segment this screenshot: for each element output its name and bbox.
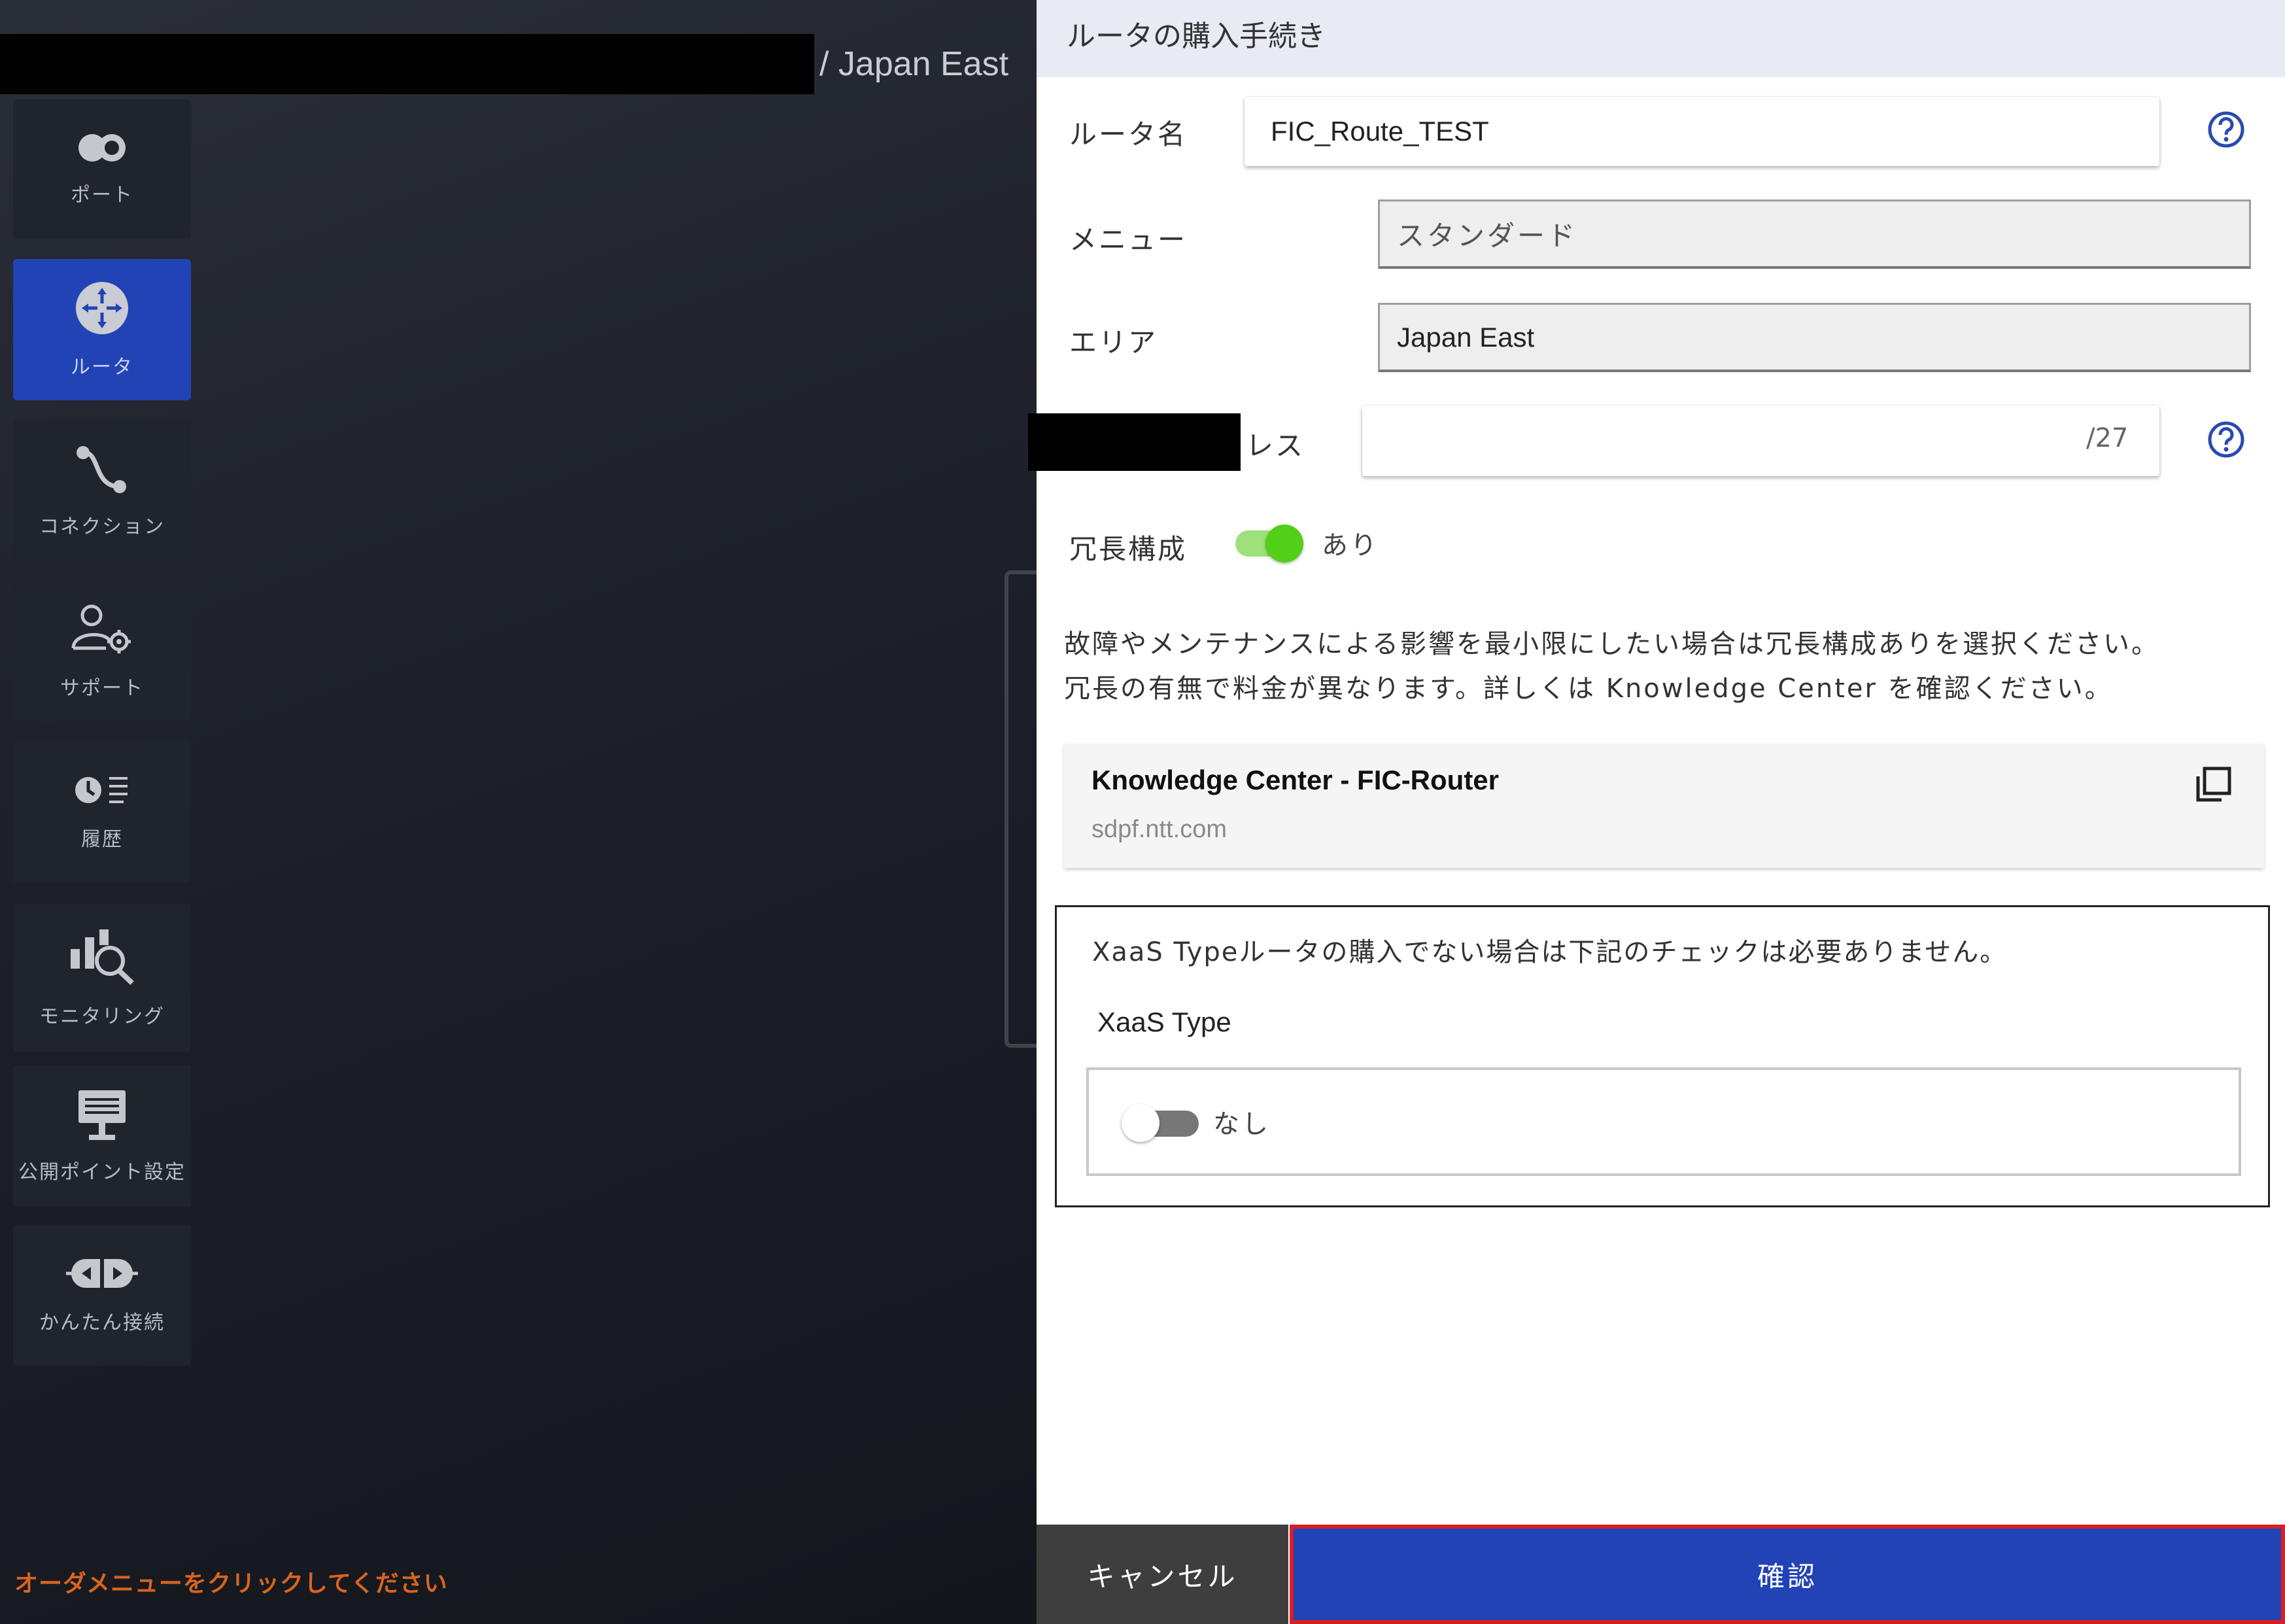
redundancy-state: あり [1322,530,1379,561]
kc-card-title: Knowledge Center - FIC-Router [1091,765,1500,795]
connection-icon [77,446,126,493]
address-prefix-suffix: /27 [2086,423,2129,453]
toggle-knob [1265,525,1303,562]
help-icon[interactable] [2207,420,2246,459]
easy-connect-icon [66,1259,138,1288]
xaas-section: XaaS Typeルータの購入でない場合は下記のチェックは必要ありません。 Xa… [1055,905,2270,1207]
sidebar-item-label: ルータ [71,356,133,379]
confirm-button[interactable]: 確認 [1290,1525,2285,1624]
area-label: エリア [1069,326,1158,358]
xaas-note: XaaS Typeルータの購入でない場合は下記のチェックは必要ありません。 [1092,937,2008,967]
copy-icon[interactable] [2194,765,2233,804]
sidebar-item-label: かんたん接続 [39,1311,165,1334]
xaas-state: なし [1213,1109,1271,1139]
sidebar-item-label: モニタリング [39,1005,165,1028]
knowledge-center-link-card[interactable]: Knowledge Center - FIC-Router sdpf.ntt.c… [1064,744,2264,868]
router-name-label: ルータ名 [1069,118,1188,150]
redundancy-info-line2: 冗長の有無で料金が異なります。詳しくは Knowledge Center を確認… [1064,674,2113,704]
sidebar-item-connection[interactable]: コネクション [13,420,191,562]
history-icon [75,777,128,803]
redacted-breadcrumb [0,34,814,94]
help-icon[interactable] [2207,110,2246,149]
region-title: / Japan East [819,45,1009,83]
monitoring-icon [71,929,134,985]
redacted-address [1028,413,1241,471]
toggle-knob [1122,1104,1160,1142]
sidebar-item-label: コネクション [39,515,165,538]
menu-field: スタンダード [1378,199,2251,269]
drawer-title: ルータの購入手続き [1037,0,2285,77]
router-name-input[interactable]: FIC_Route_TEST [1245,97,2159,166]
redundancy-label: 冗長構成 [1069,533,1188,565]
sidebar-item-monitoring[interactable]: モニタリング [13,904,191,1052]
sidebar-item-easy-connect[interactable]: かんたん接続 [13,1224,191,1366]
sidebar-item-label: サポート [60,677,144,700]
router-icon [76,282,128,334]
menu-label: メニュー [1069,224,1188,256]
sidebar-item-label: 公開ポイント設定 [18,1161,186,1184]
xaas-type-label: XaaS Type [1097,1007,1231,1037]
cancel-button[interactable]: キャンセル [1037,1525,1288,1624]
sidebar-item-label: 履歴 [81,828,123,851]
support-icon [71,604,131,653]
sidebar-item-history[interactable]: 履歴 [13,740,191,883]
sidebar-item-label: ポート [71,184,133,207]
sidebar-item-router[interactable]: ルータ [13,259,191,400]
area-field: Japan East [1378,303,2251,372]
kc-card-domain: sdpf.ntt.com [1091,816,1227,843]
order-hint: オーダメニューをクリックしてください [14,1570,448,1597]
address-input[interactable] [1362,406,2159,476]
sidebar-item-port[interactable]: ポート [13,99,191,239]
public-point-icon [78,1090,126,1140]
xaas-toggle-container: なし [1086,1067,2241,1176]
sidebar-item-public-point[interactable]: 公開ポイント設定 [13,1065,191,1207]
redundancy-info-line1: 故障やメンテナンスによる影響を最小限にしたい場合は冗長構成ありを選択ください。 [1064,629,2159,659]
port-icon [78,134,126,162]
sidebar-item-support[interactable]: サポート [13,582,191,721]
